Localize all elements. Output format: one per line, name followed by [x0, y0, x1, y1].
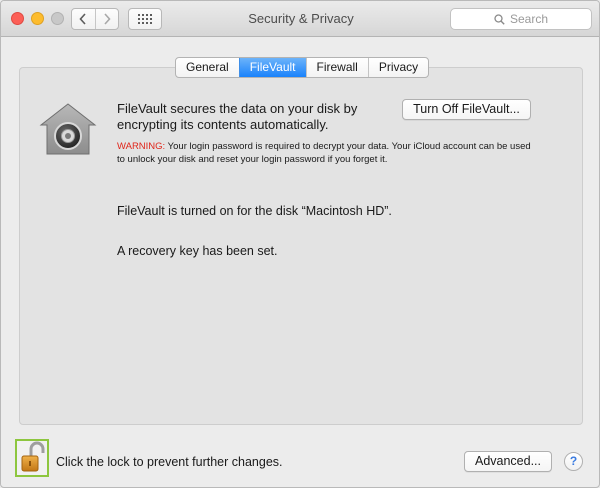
search-icon: [494, 13, 505, 25]
tab-bar: General FileVault Firewall Privacy: [175, 57, 430, 78]
show-all-button[interactable]: [128, 8, 162, 30]
lock-instruction: Click the lock to prevent further change…: [56, 455, 283, 469]
security-privacy-window: Security & Privacy Search General FileVa…: [0, 0, 600, 488]
search-placeholder: Search: [509, 12, 549, 26]
filevault-status: FileVault is turned on for the disk “Mac…: [117, 204, 392, 218]
grid-icon: [138, 14, 152, 24]
chevron-left-icon: [79, 13, 86, 25]
lock-button[interactable]: [15, 439, 49, 477]
filevault-house-icon: [39, 103, 97, 155]
turn-off-filevault-button[interactable]: Turn Off FileVault...: [402, 99, 531, 120]
padlock-open-icon: [21, 441, 45, 472]
chevron-right-icon: [104, 13, 111, 25]
tab-privacy[interactable]: Privacy: [367, 58, 428, 77]
tab-filevault[interactable]: FileVault: [238, 58, 306, 77]
close-window-button[interactable]: [11, 12, 24, 25]
help-button[interactable]: ?: [564, 452, 583, 471]
window-title: Security & Privacy: [248, 11, 354, 26]
filevault-description: FileVault secures the data on your disk …: [117, 101, 358, 132]
tab-firewall[interactable]: Firewall: [305, 58, 368, 77]
back-button[interactable]: [72, 9, 95, 29]
warning-label: WARNING:: [117, 141, 166, 152]
title-bar: Security & Privacy Search: [1, 1, 599, 37]
forward-button[interactable]: [94, 9, 119, 29]
minimize-window-button[interactable]: [31, 12, 44, 25]
warning-message: WARNING: Your login password is required…: [117, 140, 537, 166]
back-forward-control: [71, 8, 119, 30]
search-field[interactable]: Search: [450, 8, 592, 30]
advanced-button[interactable]: Advanced...: [464, 451, 552, 472]
warning-text: Your login password is required to decry…: [117, 141, 531, 165]
zoom-window-button[interactable]: [51, 12, 64, 25]
recovery-key-status: A recovery key has been set.: [117, 244, 278, 258]
tab-general[interactable]: General: [176, 58, 239, 77]
